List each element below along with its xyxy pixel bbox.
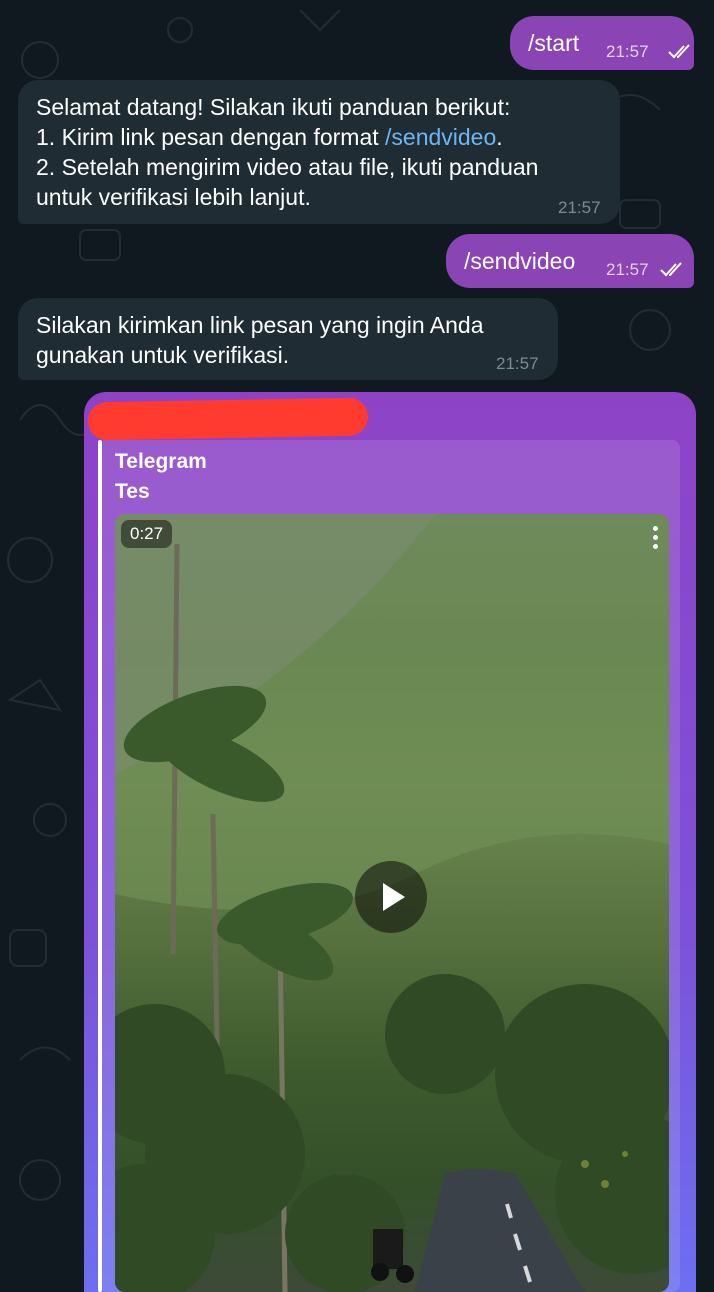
play-button[interactable] bbox=[355, 861, 427, 933]
message-text: /sendvideo bbox=[464, 248, 576, 274]
quote-bar bbox=[98, 440, 102, 1292]
message-line-part: . bbox=[496, 124, 503, 150]
redaction-mark bbox=[87, 397, 369, 441]
incoming-message[interactable]: Selamat datang! Silakan ikuti panduan be… bbox=[18, 80, 620, 224]
message-time: 21:57 bbox=[606, 42, 649, 61]
preview-title: Tes bbox=[115, 480, 150, 503]
incoming-message[interactable]: Silakan kirimkan link pesan yang ingin A… bbox=[18, 298, 558, 380]
play-icon bbox=[383, 883, 405, 911]
sendvideo-command-link[interactable]: /sendvideo bbox=[385, 124, 496, 150]
double-check-icon bbox=[660, 262, 682, 277]
message-time: 21:57 bbox=[606, 260, 649, 279]
outgoing-video-message[interactable]: h Telegram Tes bbox=[84, 392, 696, 1292]
message-text: /start bbox=[528, 30, 580, 56]
message-line: 1. Kirim link pesan dengan format /sendv… bbox=[36, 122, 616, 152]
message-line: untuk verifikasi lebih lanjut. bbox=[36, 184, 311, 210]
video-duration: 0:27 bbox=[121, 520, 173, 548]
video-thumbnail[interactable]: 0:27 bbox=[115, 514, 669, 1292]
message-line-part: 1. Kirim link pesan dengan format bbox=[36, 124, 386, 150]
outgoing-message[interactable]: /sendvideo 21:57 bbox=[446, 234, 694, 288]
double-check-icon bbox=[668, 44, 690, 59]
link-preview[interactable]: Telegram Tes 0:27 bbox=[98, 440, 680, 1292]
outgoing-message[interactable]: /start 21:57 bbox=[510, 16, 694, 70]
more-vertical-icon[interactable] bbox=[653, 526, 659, 553]
preview-site-name: Telegram bbox=[115, 450, 207, 473]
message-text: Selamat datang! Silakan ikuti panduan be… bbox=[36, 92, 616, 212]
message-line: gunakan untuk verifikasi. bbox=[36, 342, 290, 368]
message-time: 21:57 bbox=[558, 198, 601, 217]
message-time: 21:57 bbox=[496, 354, 539, 373]
message-line: 2. Setelah mengirim video atau file, iku… bbox=[36, 154, 539, 180]
message-line: Silakan kirimkan link pesan yang ingin A… bbox=[36, 312, 484, 338]
message-text: Silakan kirimkan link pesan yang ingin A… bbox=[36, 310, 484, 370]
message-line: Selamat datang! Silakan ikuti panduan be… bbox=[36, 94, 511, 120]
